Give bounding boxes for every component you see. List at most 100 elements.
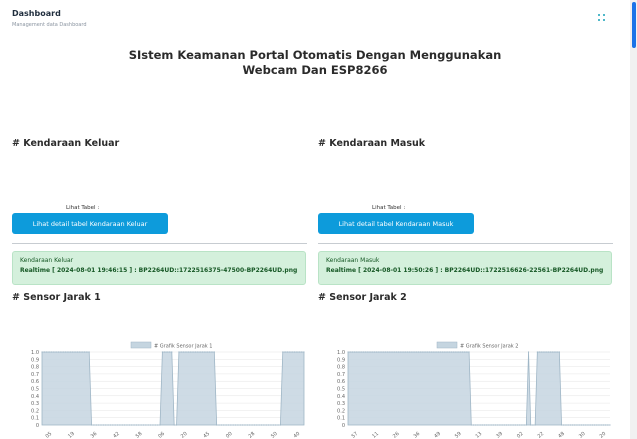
data-point — [109, 424, 112, 426]
data-point — [246, 424, 248, 426]
data-point — [519, 424, 521, 426]
data-point — [121, 424, 123, 426]
data-point — [79, 351, 81, 353]
data-point — [415, 351, 417, 353]
data-point — [512, 424, 514, 426]
data-point — [83, 351, 86, 353]
data-point — [477, 424, 479, 426]
data-point — [470, 424, 472, 426]
x-tick-label: 02 — [516, 431, 525, 439]
data-point — [211, 351, 213, 353]
x-tick-label: 39 — [495, 431, 504, 439]
data-point — [483, 424, 486, 426]
data-point — [501, 424, 503, 426]
data-point — [98, 424, 100, 426]
data-point — [358, 351, 360, 353]
data-point — [351, 351, 353, 353]
data-point — [171, 351, 173, 353]
y-tick-label: 0.1 — [337, 416, 345, 422]
data-point — [587, 424, 589, 426]
data-point — [249, 424, 251, 426]
system-title: SIstem Keamanan Portal Otomatis Dengan M… — [110, 48, 520, 78]
y-tick-label: 0.9 — [337, 357, 345, 363]
data-point — [237, 424, 239, 426]
data-point — [475, 424, 477, 426]
data-point — [43, 351, 45, 353]
data-point — [286, 351, 289, 353]
data-point — [102, 424, 104, 426]
data-point — [270, 424, 272, 426]
data-point — [157, 424, 159, 426]
data-point — [296, 351, 298, 353]
data-point — [395, 351, 398, 353]
data-point — [545, 351, 547, 353]
data-point — [69, 351, 71, 353]
data-point — [301, 351, 303, 353]
data-point — [589, 424, 591, 426]
data-point — [147, 424, 149, 426]
data-point — [131, 424, 133, 426]
data-point — [107, 424, 109, 426]
data-point — [48, 351, 50, 353]
alert-kendaraan-masuk: Kendaraan Masuk Realtime [ 2024-08-01 19… — [318, 251, 612, 285]
data-point — [72, 351, 74, 353]
x-tick-label: 06 — [157, 431, 166, 439]
data-point — [457, 351, 459, 353]
chart-sensor-jarak-2: # Grafik Sensor Jarak 2 1.0 0.9 0.8 0.7 0.6 0.… — [318, 337, 613, 439]
data-point — [505, 424, 508, 426]
data-point — [112, 424, 114, 426]
data-point — [133, 424, 135, 426]
top-bar: Dashboard Management data Dashboard — [0, 0, 630, 36]
data-point — [349, 351, 351, 353]
y-tick-label: 0 — [36, 423, 39, 429]
data-point — [86, 351, 88, 353]
y-tick-label: 0.7 — [31, 372, 39, 378]
data-point — [422, 351, 424, 353]
x-tick-label: 59 — [454, 431, 463, 439]
lihat-tabel-label-masuk: Lihat Tabel : — [372, 205, 406, 211]
data-point — [119, 424, 121, 426]
y-tick-label: 0.5 — [31, 387, 39, 393]
data-point — [159, 424, 161, 426]
lihat-detail-masuk-button[interactable]: Lihat detail tabel Kendaraan Masuk — [318, 213, 474, 234]
x-tick-label: 20 — [599, 431, 608, 439]
data-point — [426, 351, 428, 353]
data-point — [267, 424, 270, 426]
x-tick-label: 05 — [45, 431, 54, 439]
legend-label: # Grafik Sensor Jarak 2 — [460, 344, 518, 350]
x-tick-label: 45 — [202, 431, 211, 439]
data-point — [411, 351, 413, 353]
data-point — [402, 351, 404, 353]
data-point — [442, 351, 444, 353]
data-point — [527, 351, 530, 353]
data-point — [197, 351, 199, 353]
data-point — [178, 351, 180, 353]
x-tick-label: 19 — [67, 431, 76, 439]
data-point — [140, 424, 142, 426]
data-point — [354, 351, 356, 353]
data-point — [187, 351, 189, 353]
data-point — [602, 424, 604, 426]
data-point — [591, 424, 593, 426]
x-tick-label: 58 — [135, 431, 144, 439]
data-point — [580, 424, 582, 426]
scrollbar-thumb[interactable] — [632, 2, 636, 48]
data-point — [168, 351, 171, 353]
x-tick-label: 28 — [247, 431, 256, 439]
data-point — [164, 351, 166, 353]
data-point — [384, 351, 387, 353]
dots-grid-icon[interactable] — [598, 14, 606, 22]
data-point — [560, 424, 563, 426]
alert-title-keluar: Kendaraan Keluar — [20, 257, 74, 264]
data-point — [479, 424, 481, 426]
data-point — [206, 351, 208, 353]
scrollbar[interactable] — [630, 0, 637, 439]
lihat-detail-keluar-button[interactable]: Lihat detail tabel Kendaraan Keluar — [12, 213, 168, 234]
section-title-sensor-jarak-2: # Sensor Jarak 2 — [318, 292, 407, 303]
data-point — [41, 351, 43, 353]
data-point — [369, 351, 371, 353]
data-point — [508, 424, 510, 426]
data-point — [488, 424, 490, 426]
data-point — [435, 351, 437, 353]
data-point — [365, 351, 367, 353]
